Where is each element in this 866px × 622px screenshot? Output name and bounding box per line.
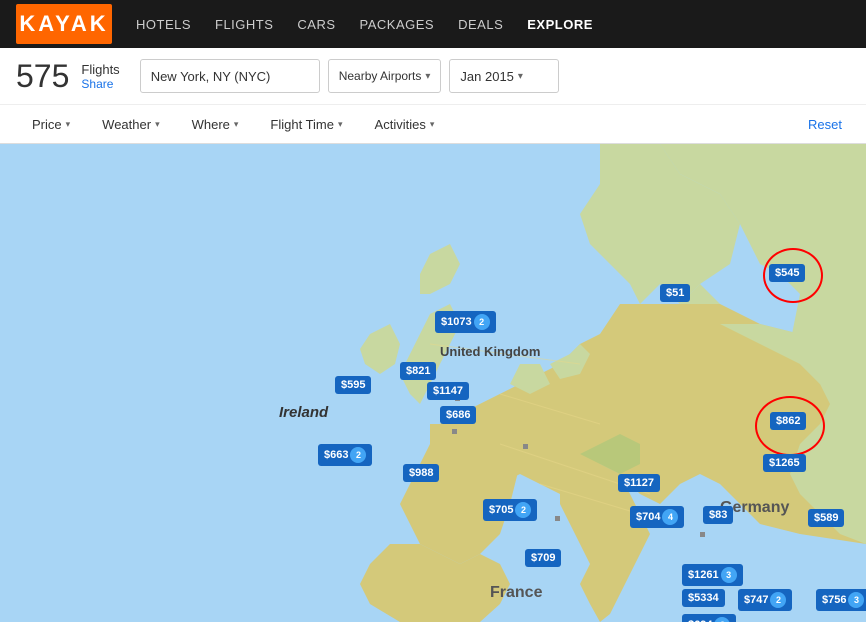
reset-button[interactable]: Reset <box>800 117 850 132</box>
weather-chevron: ▾ <box>155 119 160 130</box>
price-marker-756[interactable]: $756 3 <box>816 589 866 611</box>
weather-filter-button[interactable]: Weather ▾ <box>86 104 175 144</box>
logo-text: KAYAK <box>19 11 108 37</box>
price-marker-1265[interactable]: $1265 <box>763 454 806 472</box>
price-marker-747[interactable]: $747 2 <box>738 589 792 611</box>
nav-deals[interactable]: DEALS <box>458 17 503 32</box>
header: KAYAK HOTELS FLIGHTS CARS PACKAGES DEALS… <box>0 0 866 48</box>
activities-filter-button[interactable]: Activities ▾ <box>359 104 451 144</box>
price-filter-button[interactable]: Price ▾ <box>16 104 86 144</box>
where-filter-label: Where <box>192 117 230 132</box>
flight-count: 575 <box>16 58 69 95</box>
nav-packages[interactable]: PACKAGES <box>360 17 435 32</box>
search-bar: 575 Flights Share Nearby Airports ▾ Jan … <box>0 48 866 104</box>
price-marker-686[interactable]: $686 <box>440 406 476 424</box>
price-marker-595[interactable]: $595 <box>335 376 371 394</box>
flights-label-box: Flights Share <box>81 62 119 91</box>
flight-time-chevron: ▾ <box>338 119 343 130</box>
filter-bar: Price ▾ Weather ▾ Where ▾ Flight Time ▾ … <box>0 104 866 144</box>
city-dot-amsterdam <box>523 444 528 449</box>
origin-input[interactable] <box>140 59 320 93</box>
nav-flights[interactable]: FLIGHTS <box>215 17 273 32</box>
where-chevron: ▾ <box>234 119 239 130</box>
nearby-airports-chevron: ▾ <box>425 71 430 82</box>
flights-label: Flights <box>81 62 119 77</box>
where-filter-button[interactable]: Where ▾ <box>176 104 255 144</box>
price-marker-862[interactable]: $862 <box>770 412 806 430</box>
kayak-logo[interactable]: KAYAK <box>16 4 112 44</box>
price-marker-705[interactable]: $705 2 <box>483 499 537 521</box>
city-dot-brussels <box>555 516 560 521</box>
price-marker-1147[interactable]: $1147 <box>427 382 469 400</box>
price-marker-663[interactable]: $663 2 <box>318 444 372 466</box>
price-marker-821[interactable]: $821 <box>400 362 436 380</box>
price-marker-545[interactable]: $545 <box>769 264 805 282</box>
price-marker-988[interactable]: $988 <box>403 464 439 482</box>
activities-filter-label: Activities <box>375 117 426 132</box>
price-chevron: ▾ <box>66 119 71 130</box>
nav-hotels[interactable]: HOTELS <box>136 17 191 32</box>
price-marker-589[interactable]: $589 <box>808 509 844 527</box>
price-marker-709[interactable]: $709 <box>525 549 561 567</box>
nearby-airports-label: Nearby Airports <box>339 69 422 83</box>
city-dot-sheffield <box>452 429 457 434</box>
price-filter-label: Price <box>32 117 62 132</box>
nav-cars[interactable]: CARS <box>297 17 335 32</box>
price-marker-1127[interactable]: $1127 <box>618 474 660 492</box>
price-marker-704[interactable]: $704 4 <box>630 506 684 528</box>
date-label: Jan 2015 <box>460 69 514 84</box>
activities-chevron: ▾ <box>430 119 435 130</box>
share-link[interactable]: Share <box>81 77 119 91</box>
nav-explore[interactable]: EXPLORE <box>527 17 593 32</box>
price-marker-5334[interactable]: $5334 <box>682 589 725 607</box>
date-button[interactable]: Jan 2015 ▾ <box>449 59 559 93</box>
price-marker-51[interactable]: $51 <box>660 284 690 302</box>
price-marker-1073[interactable]: $1073 2 <box>435 311 496 333</box>
weather-filter-label: Weather <box>102 117 151 132</box>
price-marker-83[interactable]: $83 <box>703 506 733 524</box>
flight-time-filter-button[interactable]: Flight Time ▾ <box>254 104 358 144</box>
city-dot-frankfurt <box>700 532 705 537</box>
price-marker-694[interactable]: $694 3 <box>682 614 736 622</box>
price-marker-1261[interactable]: $1261 3 <box>682 564 743 586</box>
map-container: Bay of Biscay Ireland United Kingdom Ger… <box>0 144 866 622</box>
nearby-airports-button[interactable]: Nearby Airports ▾ <box>328 59 442 93</box>
flight-time-filter-label: Flight Time <box>270 117 334 132</box>
date-chevron: ▾ <box>518 71 523 82</box>
